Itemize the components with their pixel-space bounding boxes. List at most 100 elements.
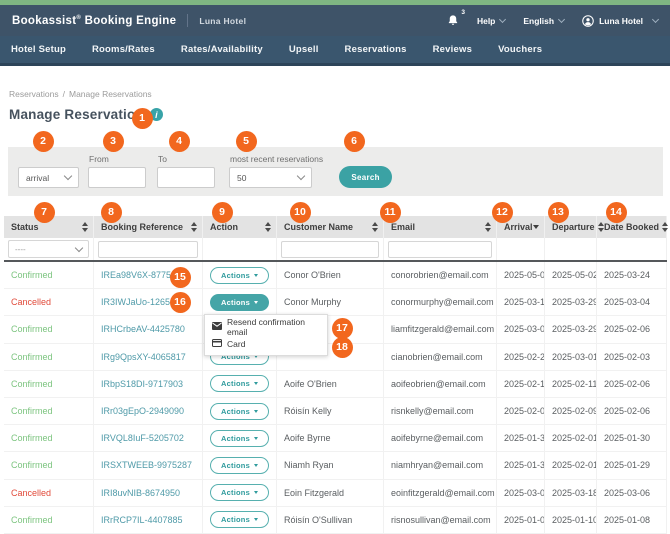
status-cell-text: Confirmed bbox=[11, 352, 53, 362]
page-title: Manage Reservation bbox=[9, 107, 144, 122]
filter-cell-departure bbox=[545, 238, 597, 260]
actions-button[interactable]: Actions bbox=[210, 457, 269, 474]
departure-cell: 2025-03-01 bbox=[545, 344, 597, 370]
departure-cell-text: 2025-03-29 bbox=[552, 297, 597, 307]
customer-name-cell-text: Conor O'Brien bbox=[284, 270, 341, 280]
brand-name: Bookassist bbox=[12, 15, 76, 27]
actions-button[interactable]: Actions bbox=[210, 267, 269, 284]
nav-item-reservations[interactable]: Reservations bbox=[345, 44, 407, 55]
date-booked-cell: 2025-01-30 bbox=[597, 425, 667, 451]
actions-button[interactable]: Actions bbox=[210, 375, 269, 392]
action-cell: Actions bbox=[203, 262, 277, 288]
envelope-icon bbox=[212, 322, 222, 332]
status-cell: Cancelled bbox=[4, 480, 94, 506]
menu-item-resend-confirmation-email[interactable]: Resend confirmation email bbox=[205, 318, 327, 335]
column-label: Status bbox=[11, 222, 39, 232]
arrival-cell: 2025-02-28 bbox=[497, 344, 545, 370]
nav-item-rooms-rates[interactable]: Rooms/Rates bbox=[92, 44, 155, 55]
email-cell: cianobrien@email.com bbox=[384, 344, 497, 370]
search-button[interactable]: Search bbox=[339, 166, 392, 188]
actions-button-label: Actions bbox=[221, 434, 250, 443]
nav-item-reviews[interactable]: Reviews bbox=[433, 44, 472, 55]
status-cell-text: Confirmed bbox=[11, 379, 53, 389]
user-menu[interactable]: Luna Hotel bbox=[582, 15, 658, 27]
sort-icon[interactable] bbox=[662, 222, 668, 232]
annotation-badge-4: 4 bbox=[169, 131, 190, 152]
customer-name-filter-input[interactable] bbox=[281, 241, 379, 258]
chevron-down-icon bbox=[75, 243, 83, 251]
actions-button[interactable]: Actions bbox=[210, 430, 269, 447]
sort-desc-arrow-icon[interactable] bbox=[533, 225, 539, 229]
recent-reservations-select[interactable]: 50 bbox=[229, 167, 312, 188]
date-booked-cell-text: 2025-01-29 bbox=[604, 460, 650, 470]
menu-item-label: Card bbox=[227, 339, 245, 349]
chevron-down-icon bbox=[297, 172, 305, 180]
status-cell: Confirmed bbox=[4, 316, 94, 342]
departure-cell: 2025-03-29 bbox=[545, 316, 597, 342]
sort-by-select[interactable]: arrival bbox=[18, 167, 79, 188]
filter-cell-arrival bbox=[497, 238, 545, 260]
sort-up-arrow-icon bbox=[265, 222, 271, 226]
nav-item-vouchers[interactable]: Vouchers bbox=[498, 44, 542, 55]
email-cell: risnkelly@email.com bbox=[384, 398, 497, 424]
filter-cell-booking-reference bbox=[94, 238, 203, 260]
date-booked-cell: 2025-02-06 bbox=[597, 371, 667, 397]
date-booked-cell-text: 2025-02-06 bbox=[604, 379, 650, 389]
actions-button[interactable]: Actions bbox=[210, 511, 269, 528]
notifications-button[interactable]: 3 bbox=[447, 14, 459, 27]
actions-button-label: Actions bbox=[221, 298, 250, 307]
help-menu[interactable]: Help bbox=[477, 16, 505, 26]
caret-down-icon bbox=[254, 301, 258, 304]
table-body: ConfirmedIREa98V6X-8775809ActionsConor O… bbox=[4, 262, 667, 534]
status-filter-select[interactable]: ---- bbox=[8, 240, 89, 258]
header-actions: 3 Help English Luna Hotel bbox=[447, 14, 658, 27]
booking-reference-filter-input[interactable] bbox=[98, 241, 198, 258]
sort-icon[interactable] bbox=[372, 222, 378, 232]
customer-name-cell: Róisín O'Sullivan bbox=[277, 507, 384, 533]
table-row: ConfirmedIREa98V6X-8775809ActionsConor O… bbox=[4, 262, 667, 289]
actions-button-label: Actions bbox=[221, 461, 250, 470]
email-filter-input[interactable] bbox=[388, 241, 492, 258]
departure-cell-text: 2025-03-18 bbox=[552, 488, 597, 498]
date-from-input[interactable] bbox=[88, 167, 146, 188]
column-header-email[interactable]: Email bbox=[384, 216, 497, 238]
table-row: ConfirmedIRVQL8IuF-5205702ActionsAoife B… bbox=[4, 425, 667, 452]
status-cell-text: Confirmed bbox=[11, 460, 53, 470]
status-cell-text: Confirmed bbox=[11, 324, 53, 334]
status-cell-text: Confirmed bbox=[11, 515, 53, 525]
email-cell: liamfitzgerald@email.com bbox=[384, 316, 497, 342]
filter-cell-action bbox=[203, 238, 277, 260]
arrival-cell: 2025-01-31 bbox=[497, 425, 545, 451]
actions-button[interactable]: Actions bbox=[210, 294, 269, 311]
email-cell: eoinfitzgerald@email.com bbox=[384, 480, 497, 506]
annotation-badge-3: 3 bbox=[103, 131, 124, 152]
nav-item-rates-availability[interactable]: Rates/Availability bbox=[181, 44, 263, 55]
annotation-badge-8: 8 bbox=[101, 202, 122, 223]
booking-reference-cell: IRg9QpsXY-4065817 bbox=[94, 344, 203, 370]
sort-icon[interactable] bbox=[265, 222, 271, 232]
app-logo[interactable]: Bookassist® Booking Engine bbox=[12, 15, 176, 27]
actions-button[interactable]: Actions bbox=[210, 484, 269, 501]
status-cell-text: Cancelled bbox=[11, 297, 51, 307]
arrival-cell-text: 2025-02-10 bbox=[504, 379, 545, 389]
booking-reference-cell-text: IRSXTWEEB-9975287 bbox=[101, 460, 192, 470]
status-cell: Confirmed bbox=[4, 398, 94, 424]
date-to-input[interactable] bbox=[157, 167, 215, 188]
sort-by-group: arrival bbox=[18, 167, 79, 188]
caret-down-icon bbox=[254, 518, 258, 521]
action-cell: Actions bbox=[203, 507, 277, 533]
language-menu[interactable]: English bbox=[523, 16, 564, 26]
departure-cell-text: 2025-02-01 bbox=[552, 433, 597, 443]
status-cell-text: Confirmed bbox=[11, 406, 53, 416]
date-from-group: From bbox=[88, 154, 146, 188]
annotation-badge-13: 13 bbox=[548, 202, 569, 223]
language-label: English bbox=[523, 16, 554, 26]
sort-icon[interactable] bbox=[191, 222, 197, 232]
breadcrumb-item-reservations[interactable]: Reservations bbox=[9, 89, 59, 99]
sort-icon[interactable] bbox=[82, 222, 88, 232]
actions-button[interactable]: Actions bbox=[210, 403, 269, 420]
nav-item-hotel-setup[interactable]: Hotel Setup bbox=[11, 44, 66, 55]
sort-icon[interactable] bbox=[485, 222, 491, 232]
menu-item-card[interactable]: Card bbox=[205, 335, 327, 352]
nav-item-upsell[interactable]: Upsell bbox=[289, 44, 319, 55]
